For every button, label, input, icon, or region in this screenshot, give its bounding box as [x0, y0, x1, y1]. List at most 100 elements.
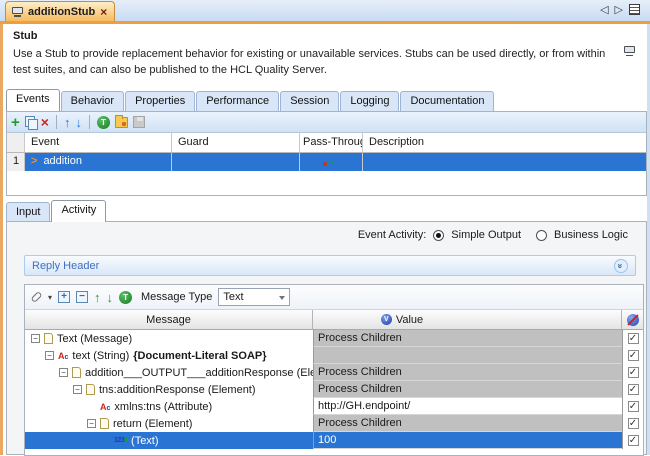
column-header-value[interactable]: V Value: [313, 310, 622, 329]
guard-cell[interactable]: [172, 153, 300, 171]
message-tree: −Text (Message)Process Children✓−Actext …: [25, 330, 643, 449]
tab-events[interactable]: Events: [6, 89, 60, 111]
document-tab-additionstub[interactable]: additionStub ×: [5, 1, 115, 21]
tab-logging[interactable]: Logging: [340, 91, 399, 111]
tab-performance[interactable]: Performance: [196, 91, 279, 111]
stub-editor: Stub Use a Stub to provide replacement b…: [0, 24, 650, 455]
tree-row[interactable]: −Actext (String){Document-Literal SOAP} ✓: [25, 347, 643, 364]
message-tree-header: Message V Value: [25, 310, 643, 330]
value-cell[interactable]: Process Children: [313, 330, 622, 347]
enabled-checkbox[interactable]: ✓: [628, 401, 639, 412]
add-event-icon[interactable]: +: [11, 115, 20, 130]
message-cell[interactable]: −return (Element): [25, 415, 313, 432]
collapse-toggle-icon[interactable]: −: [87, 419, 96, 428]
move-up-green-icon[interactable]: ↑: [94, 291, 101, 304]
event-cell[interactable]: >addition: [25, 153, 172, 171]
enabled-checkbox[interactable]: ✓: [628, 333, 639, 344]
collapse-toggle-icon[interactable]: −: [73, 385, 82, 394]
tree-row[interactable]: −tns:additionResponse (Element)Process C…: [25, 381, 643, 398]
attribute-icon: Ac: [100, 402, 110, 412]
apply-icon[interactable]: T: [119, 291, 132, 304]
value-cell[interactable]: Process Children: [313, 415, 622, 432]
tab-behavior[interactable]: Behavior: [61, 91, 124, 111]
delete-event-icon[interactable]: ×: [41, 115, 49, 129]
collapse-toggle-icon[interactable]: −: [31, 334, 40, 343]
row-number: 1: [7, 153, 25, 171]
move-down-icon[interactable]: ↓: [75, 116, 82, 129]
radio-simple-output[interactable]: [433, 230, 444, 241]
numeric-text-icon: 1234: [114, 437, 127, 444]
quality-server-icon[interactable]: [624, 46, 635, 56]
toolbar-separator: [89, 115, 90, 129]
message-cell[interactable]: −tns:additionResponse (Element): [25, 381, 313, 398]
message-cell[interactable]: −Actext (String){Document-Literal SOAP}: [25, 347, 313, 364]
tree-row[interactable]: 1234(Text)100 ✓: [25, 432, 643, 449]
nav-forward-icon[interactable]: ▷: [615, 3, 623, 16]
move-down-green-icon[interactable]: ↓: [107, 291, 114, 304]
tab-session[interactable]: Session: [280, 91, 339, 111]
collapse-toggle-icon[interactable]: −: [45, 351, 54, 360]
tree-row[interactable]: −return (Element)Process Children ✓: [25, 415, 643, 432]
tree-node-label: addition___OUTPUT___additionResponse (El…: [85, 367, 313, 379]
column-header-enabled[interactable]: [622, 310, 643, 329]
copy-event-icon[interactable]: [25, 116, 36, 128]
toggle-event-icon[interactable]: T: [97, 116, 110, 129]
tab-list-icon[interactable]: [629, 4, 640, 15]
enabled-checkbox[interactable]: ✓: [628, 384, 639, 395]
save-icon-disabled: [133, 116, 145, 128]
message-cell[interactable]: −Text (Message): [25, 330, 313, 347]
tree-row[interactable]: − addition___OUTPUT___additionResponse (E…: [25, 364, 643, 381]
enabled-checkbox[interactable]: ✓: [628, 418, 639, 429]
expand-all-icon[interactable]: +: [58, 291, 70, 303]
tab-activity[interactable]: Activity: [51, 200, 106, 222]
event-table-header: Event Guard Pass-Through Description: [7, 133, 646, 153]
move-up-icon[interactable]: ↑: [64, 116, 71, 129]
event-type-icon: >: [31, 155, 37, 167]
message-cell[interactable]: 1234(Text): [25, 432, 313, 449]
value-cell[interactable]: 100: [313, 432, 622, 449]
description-cell[interactable]: [363, 153, 646, 171]
column-header-guard[interactable]: Guard: [172, 133, 300, 152]
close-tab-icon[interactable]: ×: [100, 5, 107, 19]
column-header-event[interactable]: Event: [25, 133, 172, 152]
reply-header-section[interactable]: Reply Header »: [24, 255, 636, 276]
enabled-cell: ✓: [622, 381, 643, 398]
nav-back-icon[interactable]: ◁: [600, 3, 608, 16]
column-header-pass-through[interactable]: Pass-Through: [300, 133, 363, 152]
pass-through-icon: →: [324, 155, 336, 165]
enabled-checkbox[interactable]: ✓: [628, 435, 639, 446]
enabled-checkbox[interactable]: ✓: [628, 367, 639, 378]
pass-through-cell[interactable]: →: [300, 153, 363, 171]
collapse-all-icon[interactable]: −: [76, 291, 88, 303]
sub-tab-bar: Input Activity: [6, 200, 107, 222]
dropdown-arrow-icon: [279, 296, 285, 300]
tree-row[interactable]: Acxmlns:tns (Attribute)http://GH.endpoin…: [25, 398, 643, 415]
tree-node-label: text (String): [72, 350, 129, 362]
tree-row[interactable]: −Text (Message)Process Children ✓: [25, 330, 643, 347]
message-type-dropdown[interactable]: Text: [218, 288, 290, 306]
value-cell[interactable]: Process Children: [313, 364, 622, 381]
collapse-section-icon[interactable]: »: [614, 259, 628, 273]
column-header-description[interactable]: Description: [363, 133, 646, 152]
tab-properties[interactable]: Properties: [125, 91, 195, 111]
link-chain-icon[interactable]: [30, 291, 42, 303]
enabled-cell: ✓: [622, 364, 643, 381]
message-toolbar: ▾ + − ↑ ↓ T Message Type Text: [25, 285, 643, 310]
collapse-toggle-icon[interactable]: −: [59, 368, 68, 377]
tab-input[interactable]: Input: [6, 202, 50, 222]
value-cell[interactable]: http://GH.endpoint/: [313, 398, 622, 415]
radio-business-logic[interactable]: [536, 230, 547, 241]
value-cell[interactable]: [313, 347, 622, 364]
event-row[interactable]: 1 >addition →: [7, 153, 646, 171]
simple-output-label[interactable]: Simple Output: [451, 229, 521, 241]
chevron-down-icon[interactable]: ▾: [48, 293, 52, 302]
business-logic-label[interactable]: Business Logic: [554, 229, 628, 241]
tab-documentation[interactable]: Documentation: [400, 91, 494, 111]
message-cell[interactable]: − addition___OUTPUT___additionResponse (E…: [25, 364, 313, 381]
value-cell[interactable]: Process Children: [313, 381, 622, 398]
column-header-message[interactable]: Message: [25, 310, 313, 329]
enabled-checkbox[interactable]: ✓: [628, 350, 639, 361]
message-cell[interactable]: Acxmlns:tns (Attribute): [25, 398, 313, 415]
publish-folder-icon[interactable]: [115, 117, 128, 128]
element-page-icon: [86, 384, 95, 395]
